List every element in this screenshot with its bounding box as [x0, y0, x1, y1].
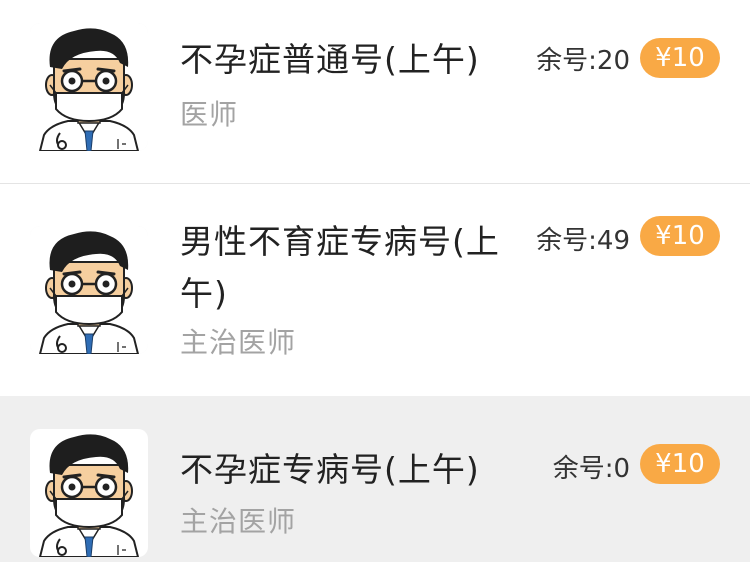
list-item[interactable]: 不孕症普通号(上午) 医师 余号:20 ¥10: [0, 0, 750, 184]
price-badge[interactable]: ¥10: [640, 444, 720, 484]
price-badge[interactable]: ¥10: [640, 216, 720, 256]
doctor-avatar-icon: [30, 226, 148, 354]
list-item[interactable]: 男性不育症专病号(上 午) 主治医师 余号:49 ¥10: [0, 185, 750, 396]
appointment-title-line: 男性不育症专病号(上: [180, 222, 500, 261]
doctor-title: 主治医师: [180, 326, 297, 359]
remaining-count: 余号:20: [536, 46, 630, 76]
doctor-title: 主治医师: [180, 505, 297, 538]
doctor-avatar-icon: [30, 429, 148, 557]
price-badge[interactable]: ¥10: [640, 38, 720, 78]
appointment-title: 不孕症普通号(上午): [180, 40, 480, 79]
remaining-count: 余号:0: [552, 454, 630, 484]
doctor-avatar-icon: [30, 23, 148, 151]
doctor-title: 医师: [180, 98, 239, 131]
remaining-count: 余号:49: [536, 226, 630, 256]
appointment-title-line: 午): [180, 274, 228, 313]
appointment-list: 不孕症普通号(上午) 医师 余号:20 ¥10 男性不育症专病号(上 午) 主治…: [0, 0, 750, 562]
appointment-title: 男性不育症专病号(上 午): [180, 216, 510, 320]
list-item[interactable]: 不孕症专病号(上午) 主治医师 余号:0 ¥10: [0, 396, 750, 562]
appointment-title: 不孕症专病号(上午): [180, 450, 480, 489]
